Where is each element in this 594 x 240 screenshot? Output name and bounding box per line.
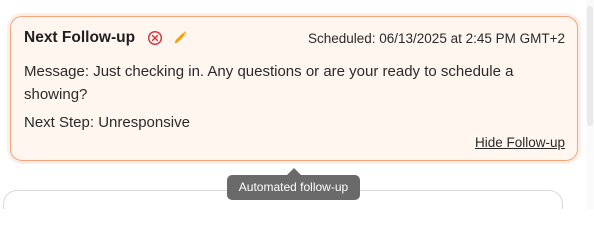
followup-message: Message: Just checking in. Any questions…	[24, 63, 514, 103]
scheduled-datetime: Scheduled: 06/13/2025 at 2:45 PM GMT+2	[307, 30, 565, 46]
tooltip-arrow	[287, 168, 301, 175]
hide-followup-link[interactable]: Hide Follow-up	[475, 135, 565, 150]
followup-next-step: Next Step: Unresponsive	[24, 114, 190, 131]
followup-header: Next Follow-up Scheduled: 06/13/2025 at …	[24, 27, 565, 49]
automated-followup-tooltip: Automated follow-up	[227, 175, 360, 200]
followup-title: Next Follow-up	[24, 29, 136, 46]
next-followup-card: Next Follow-up Scheduled: 06/13/2025 at …	[10, 16, 578, 161]
pencil-icon[interactable]	[172, 30, 188, 46]
scrollbar[interactable]	[586, 0, 594, 209]
scrollbar-thumb[interactable]	[587, 6, 593, 126]
circle-x-icon[interactable]	[147, 30, 163, 46]
followup-view: Next Follow-up Scheduled: 06/13/2025 at …	[0, 0, 594, 209]
